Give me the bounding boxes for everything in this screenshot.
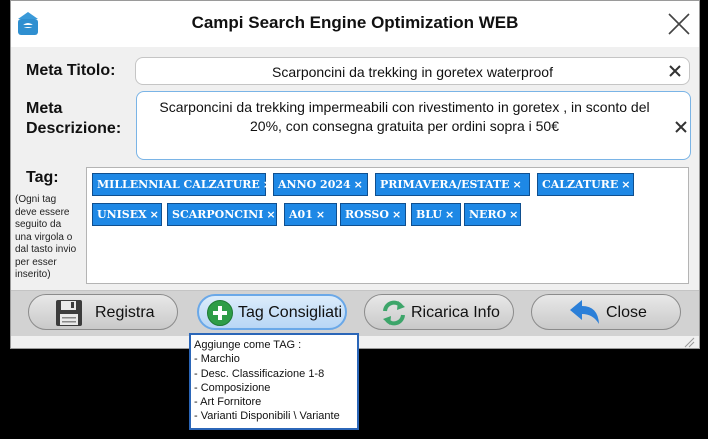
remove-tag-icon[interactable]: × [266,208,275,221]
tag-label: SCARPONCINI [172,208,264,221]
tag-label: CALZATURE [542,178,619,191]
tag-chip: UNISEX × [92,203,162,226]
remove-tag-icon[interactable]: × [316,208,325,221]
tag-chip: CALZATURE × [537,173,634,196]
tooltip-line: Aggiunge come TAG : [194,339,302,351]
tags-hint-line: per esser [15,256,57,268]
meta-title-value: Scarponcini da trekking in goretex water… [272,64,553,80]
meta-description-field[interactable]: Scarponcini da trekking impermeabili con… [136,91,691,160]
remove-tag-icon[interactable]: × [513,178,522,191]
add-circle-icon [207,300,233,326]
tag-label: NERO [469,208,507,221]
tag-chip: BLU × [411,203,461,226]
tag-chip: PRIMAVERA/ESTATE × [375,173,530,196]
tags-hint-line: una virgola o [15,231,73,243]
tag-consigliati-button-label: Tag Consigliati [238,304,343,321]
tag-label: A01 [289,208,313,221]
tag-chip: ROSSO × [340,203,406,226]
tag-chip: NERO × [464,203,521,226]
tooltip-line: - Varianti Disponibili \ Variante [194,410,340,423]
meta-title-field[interactable]: Scarponcini da trekking in goretex water… [135,57,690,85]
meta-description-label-line1: Meta [26,100,63,117]
close-window-icon[interactable] [667,12,691,36]
remove-tag-icon[interactable]: × [150,208,159,221]
tags-hint-line: (Ogni tag [15,194,57,205]
tags-hint-line: deve essere [15,206,70,218]
seo-dialog-window: Campi Search Engine Optimization WEB Met… [10,0,700,349]
remove-tag-icon[interactable]: × [392,208,401,221]
back-arrow-icon [570,300,599,324]
tag-label: MILLENNIAL CALZATURE [97,178,260,191]
close-button[interactable]: Close [531,294,681,330]
tag-chip: SCARPONCINI × [167,203,277,226]
tag-consigliati-tooltip: Aggiunge come TAG : - Marchio - Desc. Cl… [189,333,359,430]
tag-label: ROSSO [345,208,389,221]
meta-description-label-line2: Descrizione: [26,120,122,137]
remove-tag-icon[interactable]: × [354,178,363,191]
tag-label: ANNO 2024 [278,178,351,191]
tooltip-line: - Desc. Classificazione 1-8 [194,367,325,380]
tags-hint-line: dal tasto invio [15,244,77,255]
tag-chip: MILLENNIAL CALZATURE × [92,173,272,196]
tag-chip: ANNO 2024 × [273,173,368,196]
tag-label: PRIMAVERA/ESTATE [380,178,510,191]
ricarica-info-button-label: Ricarica Info [411,304,500,321]
registra-button[interactable]: Registra [28,294,178,330]
tags-input-box[interactable]: MILLENNIAL CALZATURE × ANNO 2024 × PRIMAVE… [86,167,689,284]
tag-consigliati-button[interactable]: Tag Consigliati [197,294,347,330]
tooltip-line: - Art Fornitore [194,396,262,409]
registra-button-label: Registra [95,304,155,321]
floppy-disk-icon [56,300,82,326]
meta-description-text: Scarponcini da trekking impermeabili con… [145,98,664,136]
ricarica-info-button[interactable]: Ricarica Info [364,294,514,330]
tag-label: BLU [416,208,443,221]
remove-tag-icon[interactable]: × [445,208,454,221]
meta-title-label: Meta Titolo: [26,62,116,79]
window-title: Campi Search Engine Optimization WEB [191,13,519,32]
meta-description-line1: Scarponcini da trekking impermeabili con… [159,99,650,115]
tooltip-line: - Composizione [194,381,271,394]
title-bar: Campi Search Engine Optimization WEB [11,1,699,47]
meta-description-line2: 20%, con consegna gratuita per ordini so… [250,118,559,134]
clear-meta-description-icon[interactable] [674,120,688,134]
remove-tag-icon[interactable]: × [509,208,518,221]
refresh-icon [383,300,405,326]
action-bar: Registra Tag Consigliati Ricarica Info C… [11,290,699,336]
remove-tag-icon[interactable]: × [621,178,630,191]
tooltip-line: - Marchio [194,353,240,366]
tag-label: UNISEX [97,208,147,221]
tag-chip: A01 × [284,203,337,226]
clear-meta-title-icon[interactable] [668,64,682,78]
resize-grip-icon[interactable] [683,336,695,348]
tags-label: Tag: [26,169,59,186]
tags-hint-line: inserito) [15,269,51,280]
remove-tag-icon[interactable]: × [263,178,272,191]
close-button-label: Close [606,304,647,321]
tags-hint-line: seguito da [15,219,62,230]
tags-hint: (Ogni tag deve essere seguito da una vir… [15,194,87,282]
